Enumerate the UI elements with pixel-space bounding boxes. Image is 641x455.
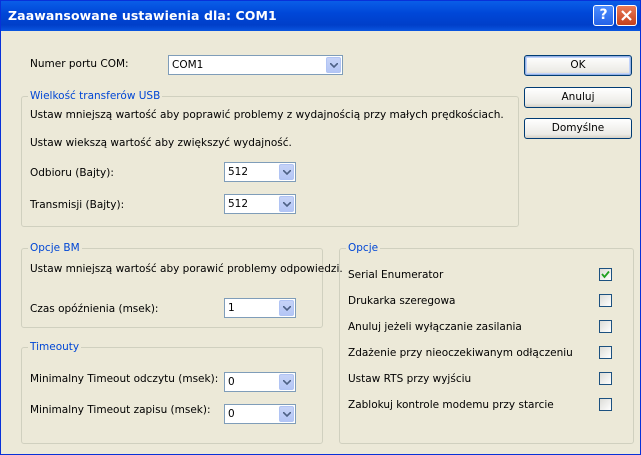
usb-hint-large: Ustaw wiekszą wartość aby zwiększyć wyda…	[30, 137, 292, 149]
latency-value: 1	[228, 302, 235, 314]
com-port-label: Numer portu COM:	[30, 58, 129, 70]
chevron-down-icon	[283, 170, 291, 175]
write-timeout-value: 0	[228, 408, 235, 420]
transmit-size-value: 512	[228, 198, 249, 210]
dropdown-arrow[interactable]	[279, 300, 294, 316]
option-serial-enumerator-checkbox[interactable]	[599, 268, 612, 281]
options-legend: Opcje	[346, 242, 381, 254]
write-timeout-select[interactable]: 0	[224, 404, 296, 424]
close-icon	[621, 10, 632, 21]
option-cancel-power-off-label: Anuluj jeżeli wyłączanie zasilania	[348, 321, 522, 333]
chevron-down-icon	[283, 412, 291, 417]
write-timeout-label: Minimalny Timeout zapisu (msek):	[30, 404, 211, 416]
option-surprise-removal-label: Zdażenie przy nieoczekiwanym odłączeniu	[348, 347, 573, 359]
option-serial-enumerator-label: Serial Enumerator	[348, 269, 444, 281]
option-disable-modem-ctrl-checkbox[interactable]	[599, 398, 612, 411]
option-cancel-power-off-checkbox[interactable]	[599, 320, 612, 333]
read-timeout-select[interactable]: 0	[224, 372, 296, 392]
option-set-rts-label: Ustaw RTS przy wyjściu	[348, 373, 472, 385]
chevron-down-icon	[283, 202, 291, 207]
defaults-button[interactable]: Domyślne	[524, 118, 632, 139]
usb-hint-small: Ustaw mniejszą wartość aby poprawić prob…	[30, 109, 504, 121]
dropdown-arrow[interactable]	[279, 164, 294, 180]
read-timeout-value: 0	[228, 376, 235, 388]
dropdown-arrow[interactable]	[279, 406, 294, 422]
timeouts-group	[21, 347, 323, 444]
option-disable-modem-ctrl-label: Zablokuj kontrole modemu przy starcie	[348, 399, 554, 411]
option-set-rts-checkbox[interactable]	[599, 372, 612, 385]
chevron-down-icon	[283, 306, 291, 311]
chevron-down-icon	[283, 380, 291, 385]
ok-button[interactable]: OK	[524, 55, 632, 76]
bm-hint: Ustaw mniejszą wartość aby porawić probl…	[30, 263, 343, 275]
latency-select[interactable]: 1	[224, 298, 296, 318]
chevron-down-icon	[330, 63, 338, 68]
window-title: Zaawansowane ustawienia dla: COM1	[8, 8, 277, 23]
dropdown-arrow[interactable]	[279, 196, 294, 212]
dropdown-arrow[interactable]	[279, 374, 294, 390]
receive-label: Odbioru (Bajty):	[30, 167, 114, 179]
receive-size-value: 512	[228, 166, 249, 178]
option-serial-printer-checkbox[interactable]	[599, 294, 612, 307]
transmit-label: Transmisji (Bajty):	[30, 199, 125, 211]
dialog-window: Zaawansowane ustawienia dla: COM1 ? Nume…	[0, 0, 641, 455]
transmit-size-select[interactable]: 512	[224, 194, 296, 214]
checkmark-icon	[601, 270, 610, 279]
cancel-button[interactable]: Anuluj	[524, 87, 632, 108]
timeouts-legend: Timeouty	[28, 341, 82, 353]
com-port-select[interactable]: COM1	[168, 55, 343, 75]
question-icon: ?	[599, 7, 608, 23]
option-serial-printer-label: Drukarka szeregowa	[348, 295, 456, 307]
read-timeout-label: Minimalny Timeout odczytu (msek):	[30, 373, 219, 385]
dropdown-arrow[interactable]	[326, 57, 341, 73]
com-port-value: COM1	[172, 59, 204, 71]
title-bar[interactable]: Zaawansowane ustawienia dla: COM1 ?	[1, 1, 640, 31]
receive-size-select[interactable]: 512	[224, 162, 296, 182]
close-button[interactable]	[616, 5, 637, 26]
latency-label: Czas opóźnienia (msek):	[30, 303, 159, 315]
bm-options-legend: Opcje BM	[28, 242, 82, 254]
option-surprise-removal-checkbox[interactable]	[599, 346, 612, 359]
help-button[interactable]: ?	[593, 5, 614, 26]
usb-transfer-legend: Wielkość transferów USB	[28, 90, 163, 102]
